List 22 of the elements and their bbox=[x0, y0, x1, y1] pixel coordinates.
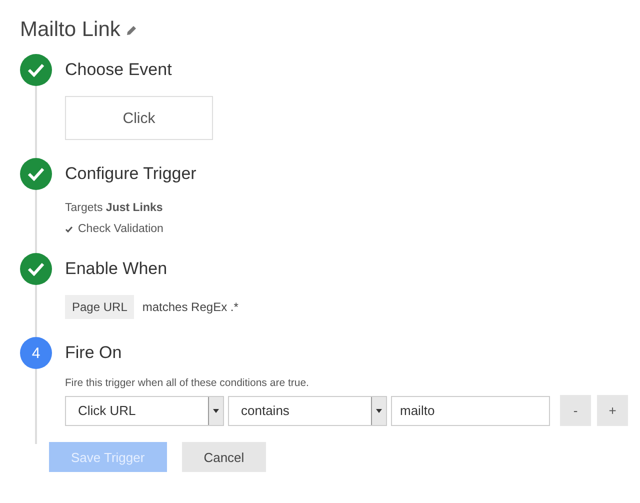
add-condition-button[interactable]: + bbox=[597, 395, 628, 426]
cancel-button[interactable]: Cancel bbox=[182, 442, 266, 472]
variable-dropdown[interactable]: Click URL bbox=[65, 396, 224, 426]
pencil-icon[interactable] bbox=[126, 24, 138, 36]
value-input[interactable]: mailto bbox=[391, 396, 550, 426]
caret-icon bbox=[213, 408, 219, 412]
caret-icon bbox=[376, 408, 382, 412]
check-icon bbox=[65, 226, 73, 232]
condition-text: matches RegEx .* bbox=[142, 300, 238, 314]
step-title: Enable When bbox=[65, 258, 168, 280]
step-title: Fire On bbox=[65, 342, 123, 364]
variable-chip: Page URL bbox=[65, 295, 134, 319]
event-type-card[interactable]: Click bbox=[65, 96, 213, 140]
step-title: Configure Trigger bbox=[65, 163, 198, 185]
targets-text: Targets Just Links bbox=[65, 202, 164, 214]
trigger-title: Mailto Link bbox=[20, 18, 120, 42]
remove-condition-button[interactable]: - bbox=[560, 395, 591, 426]
operator-dropdown[interactable]: contains bbox=[228, 396, 387, 426]
conditions-hint: Fire this trigger when all of these conditions are true. bbox=[65, 377, 310, 389]
step-number: 4 bbox=[20, 337, 52, 369]
check-validation-text: Check Validation bbox=[78, 223, 164, 235]
step-title: Choose Event bbox=[65, 59, 173, 81]
